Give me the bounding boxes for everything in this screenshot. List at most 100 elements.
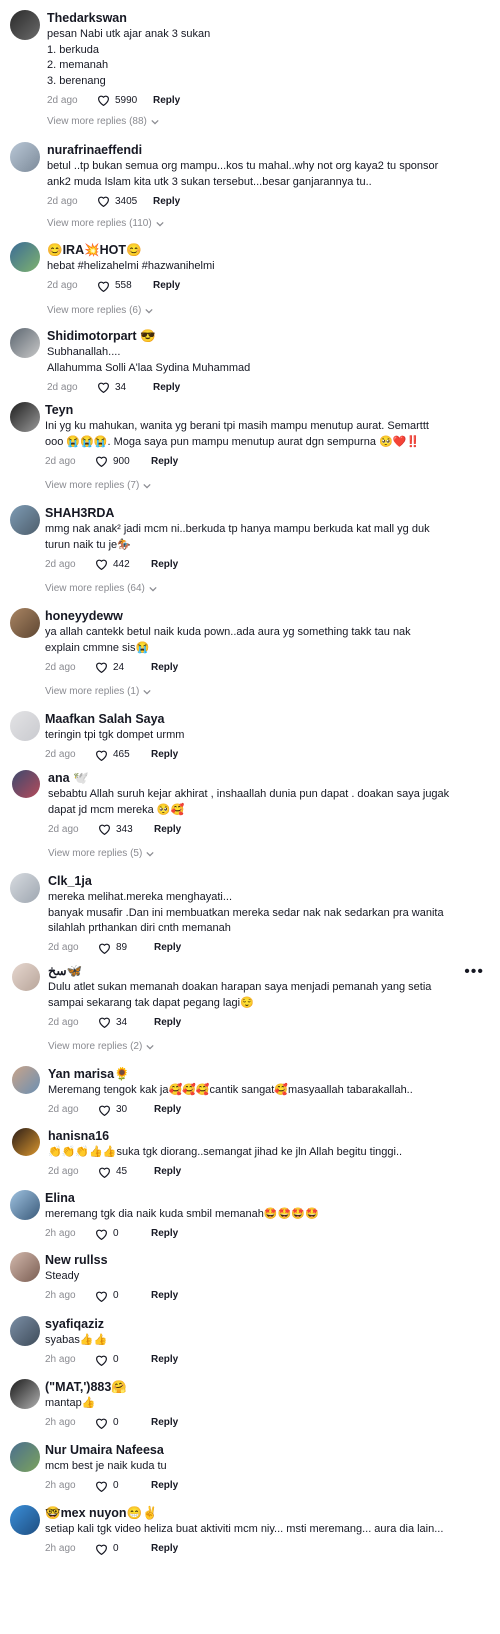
view-more-replies-button[interactable]: View more replies (88) — [47, 116, 159, 127]
heart-icon[interactable] — [95, 749, 113, 761]
username[interactable]: ("MAT,')883🤗 — [45, 1379, 480, 1395]
reply-button[interactable]: Reply — [153, 95, 180, 106]
username[interactable]: 🤓mex nuyon😁✌️ — [45, 1505, 480, 1521]
heart-icon[interactable] — [95, 1543, 113, 1555]
like-button[interactable]: 30 — [98, 1104, 150, 1116]
heart-icon[interactable] — [98, 823, 116, 835]
avatar[interactable] — [10, 873, 40, 903]
heart-icon[interactable] — [97, 94, 115, 106]
username[interactable]: Clk_1ja — [48, 873, 480, 889]
reply-button[interactable]: Reply — [151, 1354, 178, 1365]
avatar[interactable] — [12, 963, 40, 991]
reply-button[interactable]: Reply — [154, 1166, 181, 1177]
heart-icon[interactable] — [95, 1228, 113, 1240]
heart-icon[interactable] — [95, 1354, 113, 1366]
heart-icon[interactable] — [98, 942, 116, 954]
view-more-replies-button[interactable]: View more replies (2) — [48, 1041, 154, 1052]
like-button[interactable]: 0 — [95, 1417, 147, 1429]
username[interactable]: Thedarkswan — [47, 10, 480, 26]
username[interactable]: Maafkan Salah Saya — [45, 711, 480, 727]
like-button[interactable]: 0 — [95, 1290, 147, 1302]
avatar[interactable] — [12, 1128, 40, 1156]
view-more-replies-button[interactable]: View more replies (64) — [45, 583, 157, 594]
heart-icon[interactable] — [95, 455, 113, 467]
avatar[interactable] — [10, 402, 40, 432]
avatar[interactable] — [10, 242, 40, 272]
avatar[interactable] — [10, 1442, 40, 1472]
username[interactable]: syafiqaziz — [45, 1316, 480, 1332]
like-button[interactable]: 0 — [95, 1354, 147, 1366]
heart-icon[interactable] — [95, 1417, 113, 1429]
avatar[interactable] — [10, 711, 40, 741]
username[interactable]: nurafrinaeffendi — [47, 142, 480, 158]
username[interactable]: Yan marisa🌻 — [48, 1066, 480, 1082]
view-more-replies-button[interactable]: View more replies (110) — [47, 218, 164, 229]
reply-button[interactable]: Reply — [151, 1228, 178, 1239]
username[interactable]: سخ🦋 — [48, 963, 480, 979]
avatar[interactable] — [10, 608, 40, 638]
username[interactable]: Nur Umaira Nafeesa — [45, 1442, 480, 1458]
username[interactable]: honeyydeww — [45, 608, 480, 624]
like-button[interactable]: 34 — [97, 381, 149, 393]
like-button[interactable]: 5990 — [97, 94, 149, 106]
username[interactable]: 😊IRA💥HOT😊 — [47, 242, 480, 258]
avatar[interactable] — [10, 1252, 40, 1282]
like-button[interactable]: 3405 — [97, 195, 149, 207]
like-button[interactable]: 343 — [98, 823, 150, 835]
reply-button[interactable]: Reply — [151, 1290, 178, 1301]
like-button[interactable]: 558 — [97, 280, 149, 292]
avatar[interactable] — [12, 1066, 40, 1094]
reply-button[interactable]: Reply — [154, 1104, 181, 1115]
heart-icon[interactable] — [98, 1104, 116, 1116]
username[interactable]: New rullss — [45, 1252, 480, 1268]
reply-button[interactable]: Reply — [154, 942, 181, 953]
like-button[interactable]: 465 — [95, 749, 147, 761]
avatar[interactable] — [10, 1316, 40, 1346]
heart-icon[interactable] — [97, 195, 115, 207]
avatar[interactable] — [10, 1379, 40, 1409]
heart-icon[interactable] — [97, 280, 115, 292]
reply-button[interactable]: Reply — [154, 824, 181, 835]
reply-button[interactable]: Reply — [153, 280, 180, 291]
like-button[interactable]: 0 — [95, 1543, 147, 1555]
username[interactable]: Teyn — [45, 402, 480, 418]
avatar[interactable] — [10, 10, 40, 40]
like-button[interactable]: 45 — [98, 1166, 150, 1178]
reply-button[interactable]: Reply — [151, 559, 178, 570]
username[interactable]: ana 🕊️ — [48, 770, 480, 786]
username[interactable]: Shidimotorpart 😎 — [47, 328, 480, 344]
like-button[interactable]: 442 — [95, 558, 147, 570]
username[interactable]: hanisna16 — [48, 1128, 480, 1144]
view-more-replies-button[interactable]: View more replies (5) — [48, 848, 154, 859]
heart-icon[interactable] — [98, 1166, 116, 1178]
reply-button[interactable]: Reply — [151, 1417, 178, 1428]
username[interactable]: Elina — [45, 1190, 480, 1206]
heart-icon[interactable] — [97, 381, 115, 393]
like-button[interactable]: 0 — [95, 1228, 147, 1240]
avatar[interactable] — [12, 770, 40, 798]
heart-icon[interactable] — [95, 1290, 113, 1302]
like-button[interactable]: 89 — [98, 942, 150, 954]
avatar[interactable] — [10, 328, 40, 358]
reply-button[interactable]: Reply — [151, 749, 178, 760]
reply-button[interactable]: Reply — [153, 196, 180, 207]
heart-icon[interactable] — [98, 1016, 116, 1028]
avatar[interactable] — [10, 505, 40, 535]
view-more-replies-button[interactable]: View more replies (6) — [47, 305, 153, 316]
more-options-icon[interactable]: ••• — [464, 963, 484, 981]
username[interactable]: SHAH3RDA — [45, 505, 480, 521]
reply-button[interactable]: Reply — [153, 382, 180, 393]
heart-icon[interactable] — [95, 1480, 113, 1492]
reply-button[interactable]: Reply — [151, 1480, 178, 1491]
heart-icon[interactable] — [95, 661, 113, 673]
reply-button[interactable]: Reply — [151, 1543, 178, 1554]
reply-button[interactable]: Reply — [151, 456, 178, 467]
avatar[interactable] — [10, 142, 40, 172]
view-more-replies-button[interactable]: View more replies (1) — [45, 686, 151, 697]
reply-button[interactable]: Reply — [151, 662, 178, 673]
view-more-replies-button[interactable]: View more replies (7) — [45, 480, 151, 491]
like-button[interactable]: 900 — [95, 455, 147, 467]
reply-button[interactable]: Reply — [154, 1017, 181, 1028]
like-button[interactable]: 0 — [95, 1480, 147, 1492]
avatar[interactable] — [10, 1505, 40, 1535]
